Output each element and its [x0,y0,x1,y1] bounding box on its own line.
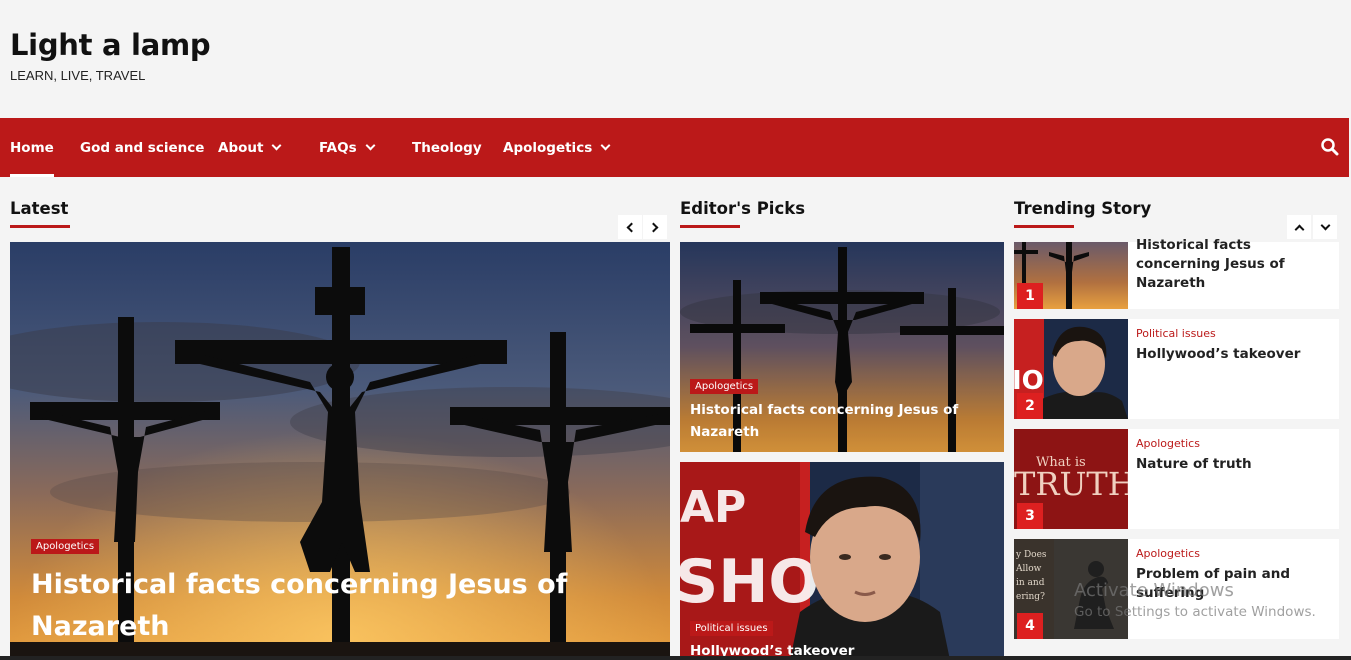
site-title[interactable]: Light a lamp [10,28,211,62]
main-navigation: Home God and science About FAQs Theology… [0,118,1349,177]
nav-item-label: About [218,139,264,156]
svg-text:Allow: Allow [1015,564,1042,574]
chevron-down-icon [365,140,376,150]
trending-category[interactable]: Apologetics [1136,547,1200,560]
rank-badge: 4 [1017,613,1043,639]
nav-item-about[interactable]: About [218,118,282,177]
trending-thumbnail: 1 [1014,242,1128,309]
rank-badge: 1 [1017,283,1043,309]
nav-item-faqs[interactable]: FAQs [319,118,376,177]
bottom-strip [0,656,1351,660]
category-badge[interactable]: Political issues [690,621,773,636]
section-title-text: Latest [10,199,69,218]
trending-title[interactable]: Historical facts concerning Jesus of Naz… [1136,236,1336,293]
activation-watermark-title: Activate Windows [1074,580,1234,601]
trending-item[interactable]: 1 Historical facts concerning Jesus of N… [1014,237,1339,309]
rank-badge: 2 [1017,393,1043,419]
editors-pick-card[interactable]: AP SHO Political issues Hollywood’s take… [680,462,1004,660]
thumb-text: TRUTH? [1014,465,1128,503]
category-badge[interactable]: Apologetics [31,539,100,554]
search-icon [1321,138,1339,156]
trending-title[interactable]: Nature of truth [1136,455,1336,474]
nav-item-god-and-science[interactable]: God and science [80,118,204,177]
nav-item-label: Theology [412,139,482,156]
latest-section-title: Latest [10,199,70,228]
chevron-down-icon [600,140,611,150]
trending-thumbnail: IO 2 [1014,319,1128,419]
site-tagline: LEARN, LIVE, TRAVEL [10,68,146,83]
rank-badge: 3 [1017,503,1043,529]
nav-item-label: God and science [80,139,205,156]
trending-category[interactable]: Political issues [1136,327,1216,340]
section-title-text: Trending Story [1014,199,1152,218]
latest-hero-card[interactable]: Apologetics Historical facts concerning … [10,242,670,660]
trending-section-title: Trending Story [1014,199,1152,228]
thumb-text: SHO [680,547,819,617]
section-underline [10,225,70,228]
chevron-down-icon [272,140,282,150]
trending-thumbnail: What is TRUTH? 3 [1014,429,1128,529]
nav-item-theology[interactable]: Theology [412,118,482,177]
nav-item-label: Apologetics [503,139,593,156]
latest-article-title[interactable]: Historical facts concerning Jesus of Naz… [31,564,591,648]
editors-picks-section-title: Editor's Picks [680,199,806,228]
section-underline [1014,225,1074,228]
svg-text:ering?: ering? [1016,592,1045,602]
trending-item[interactable]: IO 2 Political issues Hollywood’s takeov… [1014,319,1339,419]
latest-prev-button[interactable] [618,215,642,239]
trending-title[interactable]: Hollywood’s takeover [1136,345,1336,364]
category-badge[interactable]: Apologetics [690,379,759,394]
site-header: Light a lamp LEARN, LIVE, TRAVEL [0,0,1351,118]
section-title-text: Editor's Picks [680,199,806,218]
chevron-up-icon [1294,224,1304,234]
svg-text:IO: IO [1014,366,1044,396]
chevron-left-icon [626,222,637,232]
nav-item-label: FAQs [319,139,357,156]
chevron-down-icon [1320,220,1330,230]
editors-pick-title[interactable]: Historical facts concerning Jesus of Naz… [690,399,980,443]
svg-text:AP: AP [680,482,746,533]
nav-item-apologetics[interactable]: Apologetics [503,118,611,177]
nav-item-label: Home [10,139,54,156]
search-button[interactable] [1321,138,1339,156]
nav-item-home[interactable]: Home [10,118,54,177]
svg-text:in and: in and [1016,578,1045,588]
section-underline [680,225,740,228]
editors-pick-card[interactable]: Apologetics Historical facts concerning … [680,242,1004,452]
latest-next-button[interactable] [643,215,667,239]
trending-category[interactable]: Apologetics [1136,437,1200,450]
chevron-right-icon [648,222,659,232]
trending-item[interactable]: What is TRUTH? 3 Apologetics Nature of t… [1014,429,1339,529]
activation-watermark-subtitle: Go to Settings to activate Windows. [1074,604,1316,620]
svg-text:y Does: y Does [1015,550,1047,560]
